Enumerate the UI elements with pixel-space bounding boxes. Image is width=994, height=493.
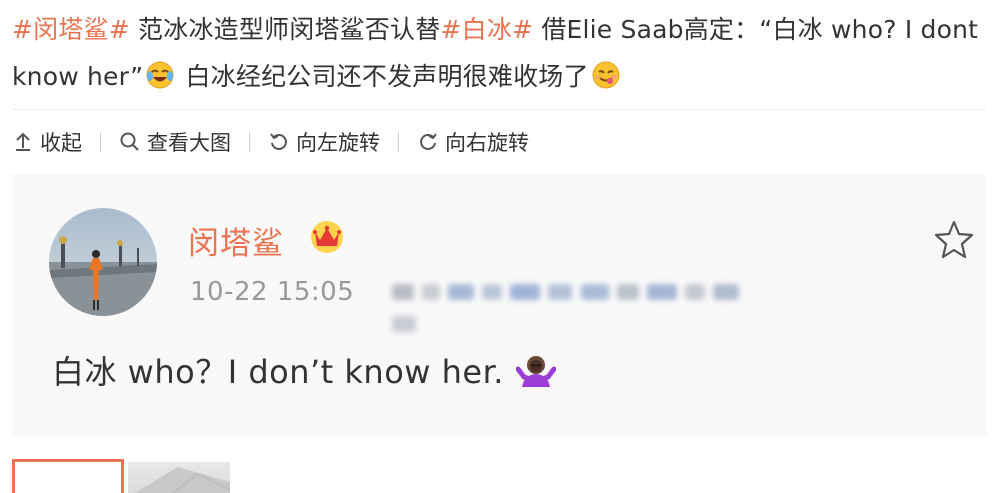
collapse-label: 收起 [40, 131, 82, 155]
avatar[interactable] [49, 208, 157, 316]
rotate-left-button[interactable]: 向左旋转 [268, 127, 380, 157]
post-text: #闵塔鲨# 范冰冰造型师闵塔鲨否认替#白冰# 借Elie Saab高定：“白冰 … [12, 6, 987, 105]
topic-link-2[interactable]: #白冰# [440, 15, 533, 44]
thumbnail-selected[interactable] [12, 459, 124, 493]
collapse-button[interactable]: 收起 [12, 127, 82, 157]
rotate-right-button[interactable]: 向右旋转 [417, 127, 529, 157]
toolbar-separator [398, 132, 399, 152]
star-favorite-icon[interactable] [933, 218, 975, 260]
image-toolbar: 收起 查看大图 向左旋转 向右旋转 [12, 120, 529, 164]
shrug-emoji-icon [515, 351, 557, 399]
rotate-left-icon [270, 133, 287, 150]
post-time[interactable]: 10-22 15:05 [190, 277, 354, 307]
post-text-segment-3: 白冰经纪公司还不发声明很难收场了 [177, 62, 589, 91]
yum-emoji-icon [591, 58, 621, 105]
laugh-cry-emoji-icon [145, 58, 175, 105]
divider [12, 109, 987, 110]
view-large-label: 查看大图 [147, 131, 231, 155]
collapse-up-icon [16, 132, 30, 151]
blurred-source [392, 272, 754, 332]
view-large-button[interactable]: 查看大图 [119, 127, 231, 157]
repost-body: 白冰 who？I don’t know her. [52, 347, 557, 399]
thumbnail[interactable] [128, 462, 230, 493]
toolbar-separator [249, 132, 250, 152]
user-name[interactable]: 闵塔鲨 [188, 218, 284, 263]
topic-link-1[interactable]: #闵塔鲨# [12, 15, 130, 44]
magnifier-icon [120, 132, 139, 151]
toolbar-separator [100, 132, 101, 152]
rotate-right-icon [420, 133, 437, 150]
repost-card: 闵塔鲨 10-22 15:05 白冰 who？I don’t know her. [12, 174, 987, 437]
rotate-right-label: 向右旋转 [445, 131, 529, 155]
rotate-left-label: 向左旋转 [296, 131, 380, 155]
repost-body-text: 白冰 who？I don’t know her. [52, 353, 504, 391]
post-text-segment-1: 范冰冰造型师闵塔鲨否认替 [129, 15, 441, 44]
crown-icon [311, 221, 343, 253]
